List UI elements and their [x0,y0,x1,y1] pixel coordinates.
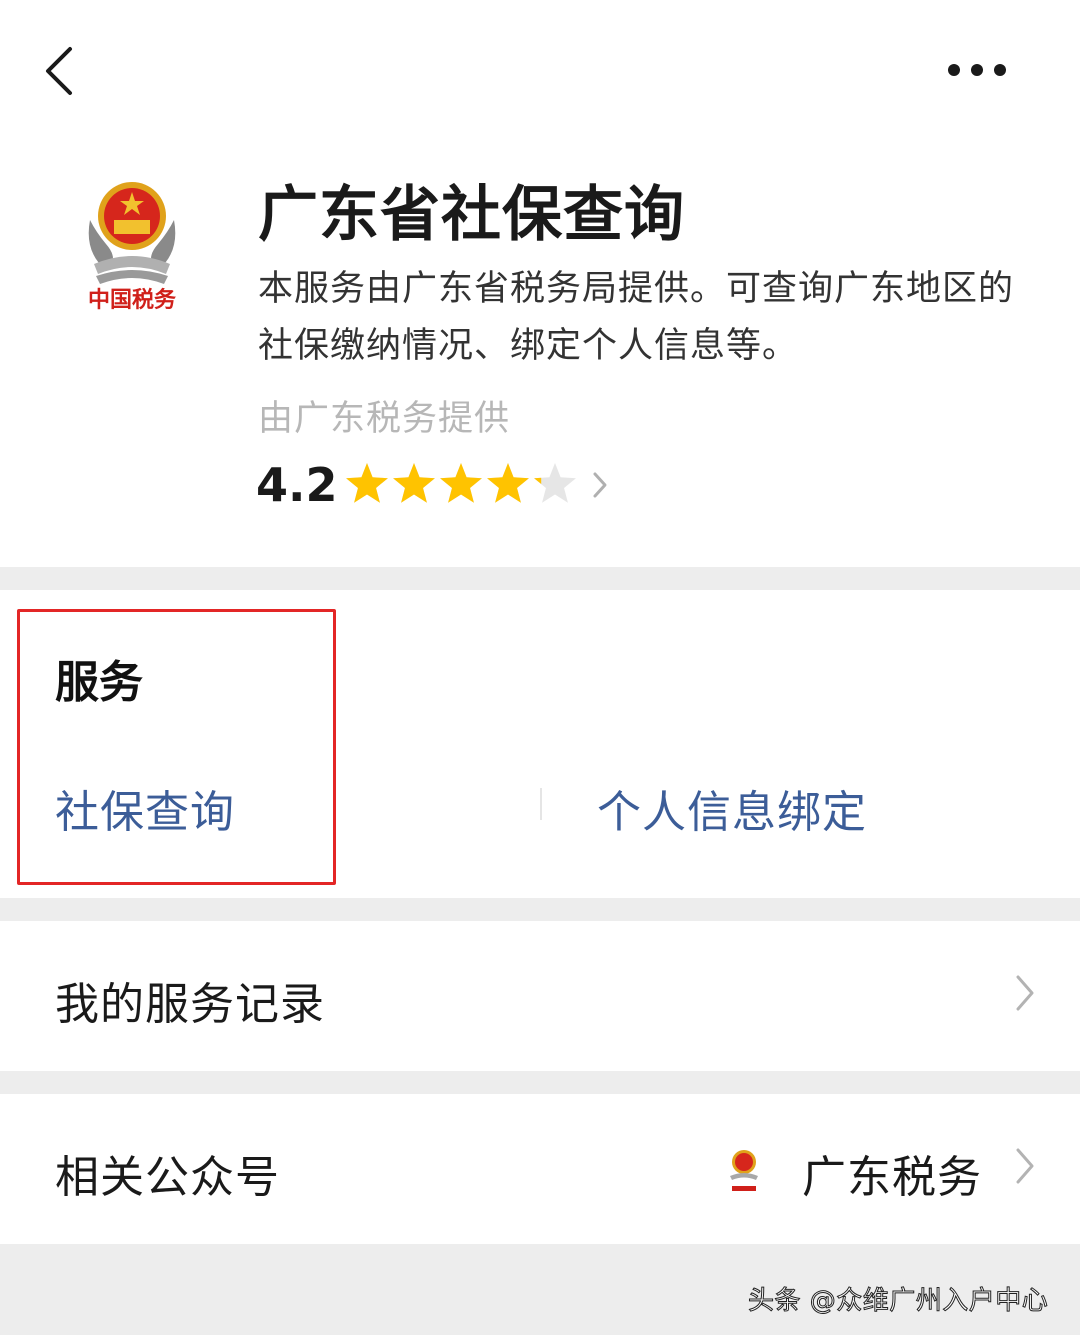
chevron-left-icon [46,47,72,95]
star-filled [393,463,435,503]
official-account-label: 相关公众号 [55,1152,280,1203]
app-title: 广东省社保查询 [258,180,685,250]
back-button[interactable] [30,36,90,106]
official-account-row[interactable]: 相关公众号 广东税务 [0,1094,1080,1244]
chevron-right-icon [1016,1148,1034,1184]
official-account-name: 广东税务 [802,1152,982,1203]
service-records-row[interactable]: 我的服务记录 [0,921,1080,1071]
tax-emblem-icon [730,1150,758,1191]
tax-emblem-logo: 中国税务 [88,182,177,313]
service-section: 服务 社保查询 个人信息绑定 [0,590,1080,898]
app-description: 本服务由广东省税务局提供。可查询广东地区的社保缴纳情况、绑定个人信息等。 [258,269,1015,366]
more-button[interactable] [930,50,1020,90]
divider [540,788,542,820]
provider-text: 由广东税务提供 [258,399,511,439]
watermark: 头条 @众维广州入户中心 [747,1286,1049,1317]
service-personal-info-binding[interactable]: 个人信息绑定 [597,776,867,840]
chevron-right-icon [1016,975,1034,1011]
service-records-label: 我的服务记录 [55,979,325,1030]
rating-stars [346,463,576,503]
service-heading: 服务 [55,657,143,708]
app-info-section: 中国税务 广东省社保查询 本服务由广东省税务局提供。可查询广东地区的社保缴纳情况… [0,0,1080,567]
service-social-security-query[interactable]: 社保查询 [55,776,235,840]
logo-text: 中国税务 [88,287,177,313]
star-filled [487,463,529,503]
rating-row[interactable]: 4.2 [256,456,616,516]
more-dots-icon [948,64,1006,76]
star-filled [346,463,388,503]
chevron-right-icon [593,472,607,498]
rating-value: 4.2 [256,458,338,512]
star-filled [440,463,482,503]
